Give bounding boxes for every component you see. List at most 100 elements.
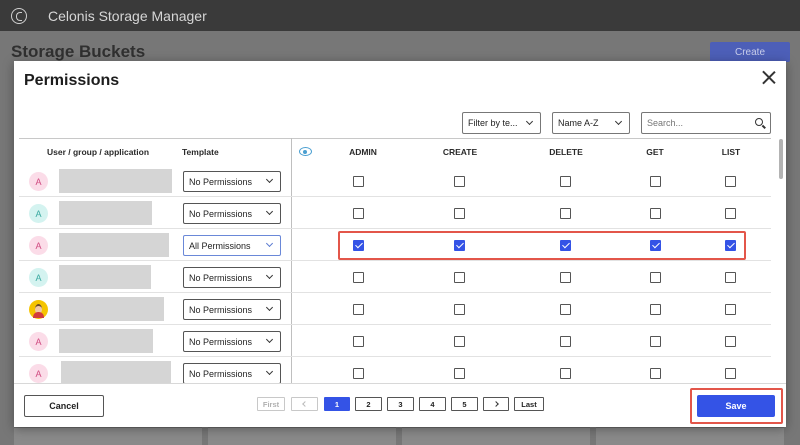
- checkbox-delete[interactable]: [560, 208, 571, 219]
- checkbox-get[interactable]: [650, 272, 661, 283]
- template-select[interactable]: No Permissions: [183, 267, 281, 288]
- cancel-button[interactable]: Cancel: [24, 395, 104, 417]
- pagination-prev[interactable]: [291, 397, 318, 411]
- column-header-delete: DELETE: [549, 147, 583, 157]
- column-header-admin: ADMIN: [349, 147, 377, 157]
- checkbox-delete[interactable]: [560, 176, 571, 187]
- column-header-template: Template: [182, 147, 219, 157]
- filter-dropdown[interactable]: Filter by te...: [462, 112, 541, 134]
- checkbox-admin[interactable]: [353, 304, 364, 315]
- user-name: [59, 329, 153, 353]
- template-select[interactable]: No Permissions: [183, 363, 281, 383]
- template-value: No Permissions: [189, 368, 253, 379]
- app-header: Celonis Storage Manager: [0, 0, 800, 31]
- checkbox-create[interactable]: [454, 304, 465, 315]
- checkbox-create[interactable]: [454, 208, 465, 219]
- table-row: A No Permissions: [19, 357, 771, 383]
- checkbox-get[interactable]: [650, 176, 661, 187]
- template-select[interactable]: No Permissions: [183, 203, 281, 224]
- bucket-card[interactable]: [596, 427, 784, 445]
- avatar: A: [29, 268, 48, 287]
- checkbox-delete[interactable]: [560, 272, 571, 283]
- footer-divider: [14, 383, 786, 384]
- pagination-page-2[interactable]: 2: [355, 397, 382, 411]
- chevron-down-icon: [265, 271, 274, 280]
- scrollbar[interactable]: [779, 139, 783, 179]
- template-select[interactable]: All Permissions: [183, 235, 281, 256]
- modal-title: Permissions: [24, 72, 120, 89]
- bucket-card[interactable]: [402, 427, 590, 445]
- chevron-left-icon: [301, 401, 308, 407]
- avatar: A: [29, 172, 48, 191]
- checkbox-get[interactable]: [650, 208, 661, 219]
- chevron-down-icon: [265, 175, 274, 184]
- template-value: No Permissions: [189, 272, 253, 283]
- sort-dropdown-value: Name A-Z: [558, 118, 599, 128]
- celonis-logo-icon: [11, 7, 27, 24]
- checkbox-list[interactable]: [725, 208, 736, 219]
- checkbox-list[interactable]: [725, 272, 736, 283]
- checkbox-list[interactable]: [725, 336, 736, 347]
- template-value: All Permissions: [189, 240, 251, 251]
- chevron-down-icon: [265, 303, 274, 312]
- checkbox-create[interactable]: [454, 368, 465, 379]
- chevron-down-icon: [265, 367, 274, 376]
- column-header-user: User / group / application: [47, 147, 150, 157]
- checkbox-create[interactable]: [454, 176, 465, 187]
- template-select[interactable]: No Permissions: [183, 299, 281, 320]
- template-value: No Permissions: [189, 304, 253, 315]
- search-input[interactable]: [641, 112, 771, 134]
- create-button[interactable]: Create: [710, 42, 790, 62]
- pagination-page-1[interactable]: 1: [324, 397, 350, 411]
- template-value: No Permissions: [189, 336, 253, 347]
- checkbox-create[interactable]: [454, 272, 465, 283]
- checkbox-admin[interactable]: [353, 176, 364, 187]
- table-header-divider: [19, 138, 771, 139]
- user-name: [61, 361, 171, 383]
- close-icon[interactable]: [762, 70, 776, 84]
- sort-dropdown[interactable]: Name A-Z: [552, 112, 630, 134]
- checkbox-admin[interactable]: [353, 368, 364, 379]
- checkbox-delete[interactable]: [560, 304, 571, 315]
- pagination-first[interactable]: First: [257, 397, 285, 411]
- avatar: A: [29, 364, 48, 383]
- bucket-card[interactable]: [14, 427, 202, 445]
- column-header-list: LIST: [721, 147, 741, 157]
- checkbox-admin[interactable]: [353, 272, 364, 283]
- chevron-down-icon: [265, 239, 274, 248]
- search-icon[interactable]: [755, 118, 763, 126]
- eye-icon[interactable]: [299, 147, 312, 156]
- chevron-down-icon: [614, 117, 623, 126]
- template-select[interactable]: No Permissions: [183, 331, 281, 352]
- bucket-card[interactable]: [208, 427, 396, 445]
- pagination-last[interactable]: Last: [514, 397, 544, 411]
- checkbox-delete[interactable]: [560, 336, 571, 347]
- table-row: A No Permissions: [19, 197, 771, 229]
- template-select[interactable]: No Permissions: [183, 171, 281, 192]
- checkbox-get[interactable]: [650, 368, 661, 379]
- pagination-page-3[interactable]: 3: [387, 397, 414, 411]
- checkbox-get[interactable]: [650, 336, 661, 347]
- checkbox-list[interactable]: [725, 368, 736, 379]
- save-highlight: [690, 388, 783, 424]
- template-value: No Permissions: [189, 208, 253, 219]
- checkbox-list[interactable]: [725, 176, 736, 187]
- checkbox-admin[interactable]: [353, 208, 364, 219]
- user-name: [59, 169, 172, 193]
- chevron-down-icon: [265, 335, 274, 344]
- checkbox-create[interactable]: [454, 336, 465, 347]
- pagination-page-5[interactable]: 5: [451, 397, 478, 411]
- chevron-down-icon: [265, 207, 274, 216]
- checkbox-admin[interactable]: [353, 336, 364, 347]
- permissions-modal: Permissions Filter by te... Name A-Z Use…: [14, 61, 786, 427]
- pagination-next[interactable]: [483, 397, 509, 411]
- checkbox-list[interactable]: [725, 304, 736, 315]
- avatar: A: [29, 332, 48, 351]
- checkbox-get[interactable]: [650, 304, 661, 315]
- checkbox-delete[interactable]: [560, 368, 571, 379]
- chevron-right-icon: [493, 401, 499, 407]
- avatar: A: [29, 204, 48, 223]
- chevron-down-icon: [525, 117, 534, 126]
- pagination-page-4[interactable]: 4: [419, 397, 446, 411]
- template-value: No Permissions: [189, 176, 253, 187]
